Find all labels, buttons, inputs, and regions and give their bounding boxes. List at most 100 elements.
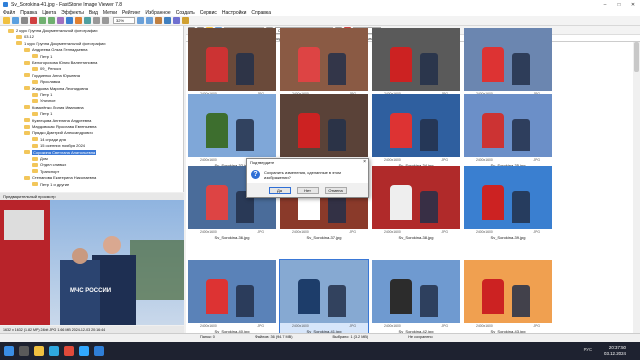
thumbnail[interactable]: 2400x1600JPGSv_Sorokina-35.jpg	[464, 94, 552, 169]
explorer-icon[interactable]	[34, 346, 44, 356]
menu-item[interactable]: Рейтинг	[122, 10, 140, 16]
photoshop-icon[interactable]	[79, 346, 89, 356]
tree-item[interactable]: Дом	[32, 156, 48, 161]
menu-item[interactable]: Цвета	[42, 10, 56, 16]
tree-item[interactable]: Белогорохова Юлия Валентиновна	[24, 60, 97, 65]
zoom-select[interactable]: 32%	[113, 17, 135, 24]
tree-item-label: Ковалёнко Лилия Ивановна	[32, 104, 84, 110]
print-icon[interactable]	[21, 17, 28, 24]
thumbnail[interactable]: 2400x1600 JPG Sv_Sorokina-38.jpg	[372, 166, 460, 241]
tree-item[interactable]: Жидкова Марина Леонидовна	[24, 86, 88, 91]
thumbnail[interactable]: 2400x1600JPGSv_Sorokina-27.jpg	[188, 28, 276, 103]
menu-item[interactable]: Метки	[103, 10, 117, 16]
thumbnail[interactable]: 2400x1600JPGSv_Sorokina-31.jpg	[464, 28, 552, 103]
zoom-out-icon[interactable]	[102, 17, 109, 24]
thumbnail-figure	[297, 46, 320, 82]
rotate-left-icon[interactable]	[39, 17, 46, 24]
app-icon-red[interactable]	[64, 346, 74, 356]
tree-item[interactable]: Отдел сливых	[32, 162, 66, 167]
tree-item[interactable]: Петр 1	[32, 54, 52, 59]
thumbnail-type: JPG	[441, 324, 448, 328]
slideshow-icon[interactable]	[84, 17, 91, 24]
tree-item[interactable]: Прядко Дмитрий Александрович	[24, 130, 93, 135]
thumbnail[interactable]: 2400x1600JPGSv_Sorokina-34.jpg	[372, 94, 460, 169]
rotate-right-icon[interactable]	[48, 17, 55, 24]
batch-convert-icon[interactable]	[173, 17, 180, 24]
yes-button[interactable]: Да	[268, 187, 291, 194]
thumbnail[interactable]: 2400x1600 JPG Sv_Sorokina-43.jpg	[464, 260, 552, 335]
dialog-close-icon[interactable]: ×	[363, 159, 366, 165]
menu-item[interactable]: Вид	[89, 10, 98, 16]
favorites-icon[interactable]	[182, 17, 189, 24]
tree-item-label: Прядко Дмитрий Александрович	[32, 130, 93, 136]
grid-scrollbar[interactable]	[633, 42, 640, 333]
email-icon[interactable]	[164, 17, 171, 24]
actual-size-icon[interactable]	[146, 17, 153, 24]
tree-item[interactable]: Петр 1	[32, 92, 52, 97]
tree-item[interactable]: Сорокина Светлана Анатольевна	[24, 149, 97, 155]
tree-item[interactable]: Ярославка	[32, 79, 60, 84]
thumbnail[interactable]: 2400x1600JPGSv_Sorokina-30.jpg	[372, 28, 460, 103]
fit-window-icon[interactable]	[137, 17, 144, 24]
thumbnail-filename: Sv_Sorokina-36.jpg	[214, 235, 250, 240]
tree-item[interactable]: Ковалёнко Лилия Ивановна	[24, 105, 84, 110]
minimize-button[interactable]: –	[598, 0, 612, 9]
preview-panel[interactable]: МЧС РОССИИ	[0, 200, 184, 325]
menu-item[interactable]: Справка	[251, 10, 271, 16]
delete-icon[interactable]	[30, 17, 37, 24]
scrollbar-thumb[interactable]	[634, 42, 639, 72]
tree-item[interactable]: Андреева Ольга Геннадьевна	[24, 47, 87, 52]
search-icon[interactable]	[19, 346, 29, 356]
tree-item[interactable]: Кузнецова Ангелина Андреевна	[24, 118, 91, 123]
tree-item[interactable]: Гордиенко Анна Юрьевна	[24, 73, 80, 78]
tree-item[interactable]: Петр 1	[32, 111, 52, 116]
menu-item[interactable]: Файл	[3, 10, 15, 16]
thumbnail-type: JPG	[533, 324, 540, 328]
no-button[interactable]: Нет	[296, 187, 319, 194]
thumbnail[interactable]: 2400x1600 JPG Sv_Sorokina-42.jpg	[372, 260, 460, 335]
tree-item[interactable]: Уличное	[32, 98, 56, 103]
folder-icon	[32, 54, 38, 59]
menu-item[interactable]: Эффекты	[61, 10, 84, 16]
menu-item[interactable]: Сервис	[200, 10, 217, 16]
menu-item[interactable]: Настройки	[222, 10, 247, 16]
zoom-in-icon[interactable]	[93, 17, 100, 24]
tree-item[interactable]: Транспорт	[32, 169, 59, 174]
adjust-colors-icon[interactable]	[75, 17, 82, 24]
thumbnail[interactable]: 2400x1600 JPG Sv_Sorokina-41.jpg	[279, 259, 369, 336]
cancel-button[interactable]: Отмена	[324, 187, 347, 194]
menu-item[interactable]: Избранное	[145, 10, 170, 16]
browser-icon[interactable]	[49, 346, 59, 356]
tree-item[interactable]: 15 осенних ноября 2024	[32, 143, 85, 148]
tree-item[interactable]: 14 сгради дня	[32, 137, 66, 142]
faststone-taskbar-icon[interactable]	[94, 346, 104, 356]
tree-item[interactable]: 03.12	[16, 34, 34, 39]
thumbnail[interactable]: 2400x1600JPGSv_Sorokina-28.jpg	[280, 28, 368, 103]
thumbnail[interactable]: 2400x1600 JPG Sv_Sorokina-40.jpg	[188, 260, 276, 335]
thumbnail-image	[280, 260, 368, 323]
save-icon[interactable]	[12, 17, 19, 24]
start-icon[interactable]	[4, 346, 14, 356]
folder-icon	[32, 143, 38, 148]
language-indicator[interactable]: РУС	[584, 347, 592, 352]
crop-icon[interactable]	[57, 17, 64, 24]
thumbnail[interactable]: 2400x1600 JPG Sv_Sorokina-39.jpg	[464, 166, 552, 241]
folder-tree[interactable]: 2 курс Группа Документальной фотографии 0…	[0, 26, 184, 192]
close-button[interactable]: ✕	[626, 0, 640, 9]
tree-item[interactable]: 1 курс Группа Документальной фотографии	[16, 41, 105, 46]
thumbnail-image	[464, 166, 552, 229]
compare-icon[interactable]	[155, 17, 162, 24]
tree-item[interactable]: Петр 1 и другие	[32, 182, 69, 187]
resize-icon[interactable]	[66, 17, 73, 24]
tree-item[interactable]: Степанова Екатерина Николаевна	[24, 175, 96, 180]
tree-item[interactable]: Мардовская Ярослава Евгеньевна	[24, 124, 97, 129]
tree-item[interactable]: 09_ Репосэ	[32, 66, 61, 71]
menu-item[interactable]: Правка	[20, 10, 37, 16]
thumbnail-image	[372, 260, 460, 323]
tree-item[interactable]: 2 курс Группа Документальной фотографии	[8, 28, 97, 33]
clock[interactable]: 20:37:50 03.12.2024	[604, 345, 626, 357]
thumbnail-figure	[205, 278, 228, 314]
menu-item[interactable]: Создать	[176, 10, 195, 16]
maximize-button[interactable]: □	[612, 0, 626, 9]
open-folder-icon[interactable]	[3, 17, 10, 24]
